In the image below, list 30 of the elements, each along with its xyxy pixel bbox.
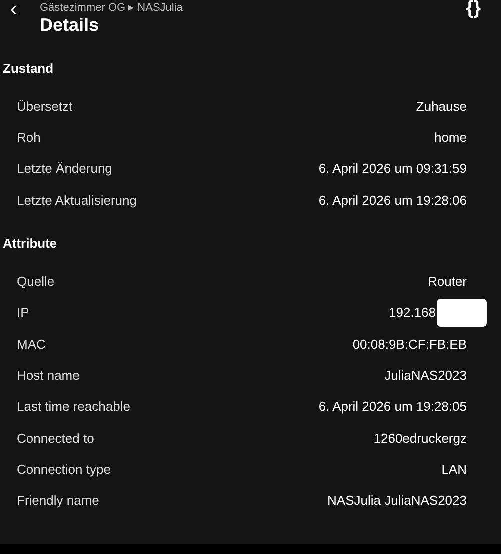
attribute-value: JuliaNAS2023 [384, 366, 467, 385]
attribute-value: NASJulia JuliaNAS2023 [328, 492, 467, 510]
attribute-label: Connection type [17, 460, 111, 479]
page-title: Details [40, 15, 100, 35]
breadcrumb: Gästezimmer OG ▸ NASJulia [40, 1, 183, 15]
attribute-value: 6. April 2026 um 09:31:59 [318, 160, 467, 178]
attribute-label: Host name [17, 366, 80, 385]
attribute-value: 6. April 2026 um 19:28:06 [318, 192, 467, 210]
back-button[interactable]: ‹ [8, 0, 20, 20]
attribute-label: Quelle [17, 273, 55, 292]
attribute-label: IP [17, 304, 30, 322]
attribute-label: Übersetzt [17, 98, 73, 116]
attribute-value: 1260edruckergz [374, 430, 467, 448]
attribute-label: Connected to [17, 430, 94, 448]
attribute-label: Letzte Änderung [17, 160, 112, 178]
section-title: Zustand [2, 61, 55, 77]
attribute-value: home [434, 129, 467, 148]
attribute-value: 00:08:9B:CF:FB:EB [352, 336, 467, 354]
attribute-label: Roh [17, 129, 41, 148]
attribute-value: Zuhause [416, 98, 467, 116]
attribute-value: 192.168 [389, 304, 436, 322]
attribute-label: Letzte Aktualisierung [17, 192, 137, 210]
attribute-value: 6. April 2026 um 19:28:05 [318, 398, 467, 416]
attribute-value: LAN [442, 460, 467, 479]
section-title: Attribute [2, 236, 58, 252]
attribute-label: Last time reachable [17, 398, 130, 416]
attribute-label: Friendly name [17, 492, 100, 510]
attribute-label: MAC [17, 336, 46, 354]
json-button[interactable]: {} [466, 0, 481, 18]
attribute-value: Router [428, 273, 467, 292]
